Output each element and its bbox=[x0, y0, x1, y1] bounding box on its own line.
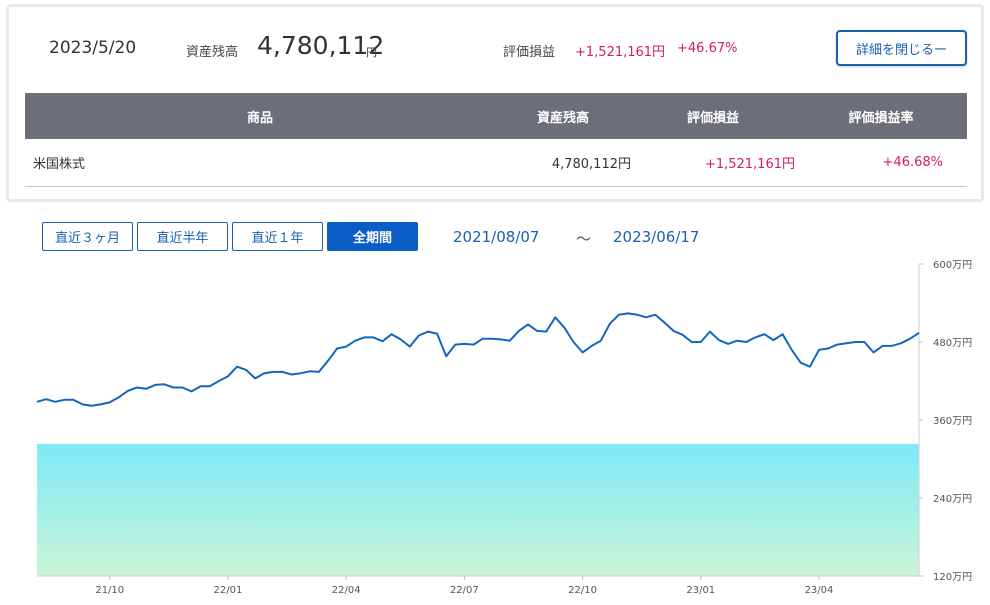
y-tick-label: 600万円 bbox=[933, 260, 972, 271]
balance-label: 資産残高 bbox=[186, 45, 239, 60]
row-balance: 4,780,112円 bbox=[551, 156, 631, 172]
x-tick-label: 22/10 bbox=[568, 585, 597, 596]
pl-label: 評価損益 bbox=[503, 45, 556, 60]
header-pl: 評価損益 bbox=[686, 110, 739, 126]
table-header-row: 商品 資産残高 評価損益 評価損益率 bbox=[25, 93, 967, 139]
header-pl-rate: 評価損益率 bbox=[848, 110, 914, 126]
range-end-date: 2023/06/17 bbox=[613, 228, 700, 246]
y-tick-label: 120万円 bbox=[933, 572, 972, 583]
summary-panel: 2023/5/20 資産残高 4,780,112 円 評価損益 +1,521,1… bbox=[6, 4, 984, 202]
principal-area bbox=[37, 444, 919, 576]
period-3months-button[interactable]: 直近３ヶ月 bbox=[42, 222, 133, 251]
header-balance: 資産残高 bbox=[536, 110, 589, 126]
x-tick-label: 21/10 bbox=[95, 585, 124, 596]
row-pl-rate: +46.68% bbox=[882, 154, 943, 170]
table-row: 米国株式 4,780,112円 +1,521,161円 +46.68% bbox=[25, 139, 967, 186]
pl-rate: +46.67% bbox=[677, 41, 738, 56]
row-pl: +1,521,161円 bbox=[704, 156, 795, 172]
header-product: 商品 bbox=[246, 110, 273, 126]
period-all-button[interactable]: 全期間 bbox=[327, 222, 418, 251]
period-1year-button[interactable]: 直近１年 bbox=[232, 222, 323, 251]
x-tick-label: 22/04 bbox=[332, 585, 361, 596]
period-6months-button[interactable]: 直近半年 bbox=[137, 222, 228, 251]
range-start-date: 2021/08/07 bbox=[453, 228, 540, 246]
holdings-table: 商品 資産残高 評価損益 評価損益率 米国株式 4,780,112円 +1,52… bbox=[25, 93, 967, 187]
pl-value: +1,521,161円 bbox=[575, 45, 666, 60]
x-tick-label: 22/07 bbox=[450, 585, 479, 596]
x-tick-label: 23/04 bbox=[805, 585, 834, 596]
y-tick-label: 360万円 bbox=[933, 416, 972, 427]
x-tick-label: 23/01 bbox=[686, 585, 715, 596]
y-tick-label: 480万円 bbox=[933, 338, 972, 349]
summary-date: 2023/5/20 bbox=[49, 38, 137, 58]
asset-line-chart: 120万円 240万円 360万円 480万円 600万円 21/10 22/01 22/04… bbox=[36, 260, 972, 596]
balance-unit: 円 bbox=[366, 46, 377, 59]
close-detail-button[interactable]: 詳細を閉じるー bbox=[836, 30, 967, 66]
y-tick-label: 240万円 bbox=[933, 494, 972, 505]
x-tick-label: 22/01 bbox=[214, 585, 243, 596]
row-product-name: 米国株式 bbox=[33, 156, 86, 172]
balance-series-line bbox=[36, 312, 920, 407]
range-separator: ～ bbox=[576, 230, 592, 248]
